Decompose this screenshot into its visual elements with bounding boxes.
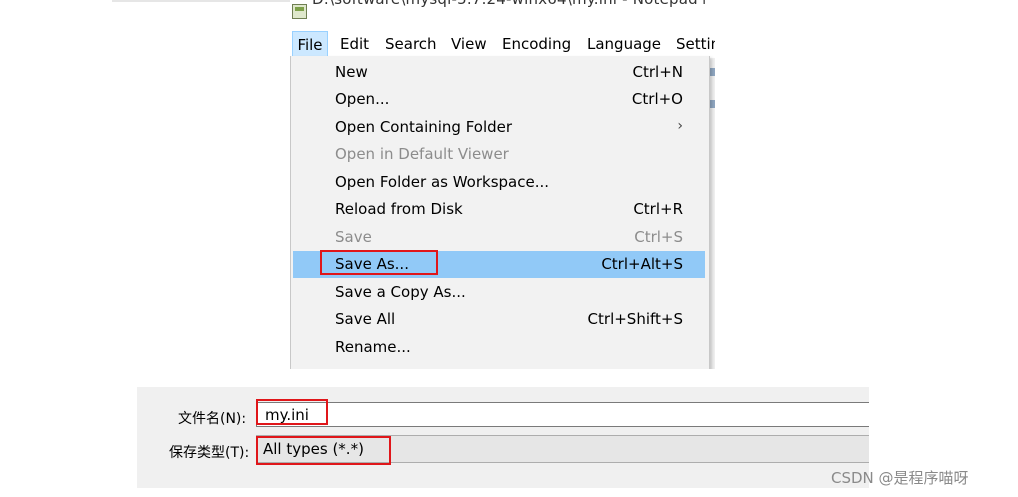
menu-settings[interactable]: Settin — [676, 31, 715, 58]
menu-edit[interactable]: Edit — [340, 31, 369, 58]
menu-item-label: Open Folder as Workspace... — [335, 173, 550, 191]
notepad-app-icon — [292, 4, 307, 19]
menu-item-open[interactable]: Open... Ctrl+O — [293, 86, 705, 113]
menu-item-open-in-default-viewer: Open in Default Viewer — [293, 141, 705, 168]
menu-item-shortcut: Ctrl+N — [632, 63, 683, 81]
menu-item-open-containing-folder[interactable]: Open Containing Folder › — [293, 114, 705, 141]
menu-item-label: Save a Copy As... — [335, 283, 466, 301]
menu-item-shortcut: Ctrl+Shift+S — [587, 310, 683, 328]
menu-item-label: New — [335, 63, 368, 81]
window-title: D:\software\mysql-5.7.24-winx64\my.ini -… — [312, 0, 715, 8]
menu-encoding[interactable]: Encoding — [502, 31, 571, 58]
menu-item-open-folder-as-workspace[interactable]: Open Folder as Workspace... — [293, 169, 705, 196]
title-bar: D:\software\mysql-5.7.24-winx64\my.ini -… — [290, 0, 715, 31]
menu-item-shortcut: Ctrl+Alt+S — [601, 255, 683, 273]
annotation-box-filename — [256, 399, 328, 425]
filename-input[interactable]: my.ini — [256, 402, 869, 427]
menu-item-save-a-copy-as[interactable]: Save a Copy As... — [293, 279, 705, 306]
menu-language[interactable]: Language — [587, 31, 661, 58]
menu-item-label: Save — [335, 228, 372, 246]
menu-item-label: Rename... — [335, 338, 411, 356]
menu-item-shortcut: Ctrl+S — [634, 228, 683, 246]
menu-item-save-all[interactable]: Save All Ctrl+Shift+S — [293, 306, 705, 333]
menu-item-shortcut: Ctrl+R — [633, 200, 683, 218]
menu-item-reload-from-disk[interactable]: Reload from Disk Ctrl+R — [293, 196, 705, 223]
menu-item-rename[interactable]: Rename... — [293, 334, 705, 361]
menu-item-label: Open... — [335, 90, 390, 108]
menu-item-label: Save All — [335, 310, 396, 328]
menu-view[interactable]: View — [451, 31, 487, 58]
menu-bar: File Edit Search View Encoding Language … — [290, 31, 715, 58]
menu-item-new[interactable]: New Ctrl+N — [293, 59, 705, 86]
filename-label: 文件名(N): — [178, 411, 247, 427]
menu-file[interactable]: File — [292, 31, 328, 58]
menu-item-save: Save Ctrl+S — [293, 224, 705, 251]
filetype-label: 保存类型(T): — [169, 445, 250, 461]
file-menu-dropdown: New Ctrl+N Open... Ctrl+O Open Containin… — [290, 56, 710, 369]
annotation-box-filetype — [256, 436, 391, 465]
save-dialog-fields: 文件名(N): my.ini 保存类型(T): All types (*.*) — [137, 387, 869, 488]
notepad-window: D:\software\mysql-5.7.24-winx64\my.ini -… — [290, 0, 715, 369]
annotation-box-save-as — [320, 250, 438, 275]
menu-item-label: Open in Default Viewer — [335, 145, 509, 163]
menu-item-shortcut: Ctrl+O — [631, 90, 683, 108]
watermark: CSDN @是程序喵呀 — [831, 469, 969, 487]
submenu-chevron-icon: › — [677, 118, 683, 134]
menu-item-label: Open Containing Folder — [335, 118, 513, 136]
menu-item-label: Reload from Disk — [335, 200, 463, 218]
menu-search[interactable]: Search — [385, 31, 437, 58]
